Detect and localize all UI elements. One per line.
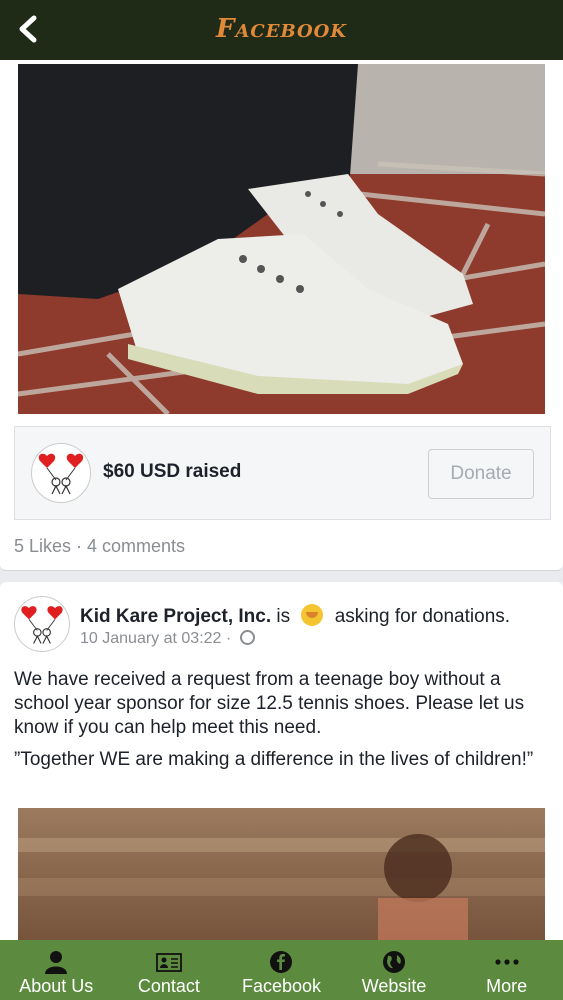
more-dots-icon bbox=[495, 959, 519, 965]
amount-raised: $60 USD raised bbox=[103, 461, 242, 482]
tab-facebook[interactable]: Facebook bbox=[225, 940, 338, 1000]
tab-label: About Us bbox=[19, 976, 94, 996]
reaction-summary[interactable]: 5 Likes · 4 comments bbox=[14, 536, 185, 557]
post-header: Kid Kare Project, Inc. is asking for don… bbox=[80, 604, 510, 628]
contact-card-icon bbox=[155, 953, 182, 972]
facebook-feed[interactable]: $60 USD raised Donate 5 Likes · 4 commen… bbox=[0, 60, 563, 940]
tab-website[interactable]: Website bbox=[338, 940, 451, 1000]
top-bar: Facebook bbox=[0, 0, 563, 60]
donate-button[interactable]: Donate bbox=[428, 449, 534, 499]
tab-contact[interactable]: Contact bbox=[113, 940, 226, 1000]
page-avatar[interactable] bbox=[14, 596, 70, 652]
tab-more[interactable]: More bbox=[450, 940, 563, 1000]
post-paragraph: ”Together WE are making a difference in … bbox=[14, 749, 534, 770]
post-card: Kid Kare Project, Inc. is asking for don… bbox=[0, 582, 563, 940]
post-photo[interactable] bbox=[18, 808, 545, 940]
post-photo-shoes[interactable] bbox=[18, 64, 545, 414]
post-meta: 10 January at 03:22 · bbox=[80, 630, 255, 648]
kid-kare-logo bbox=[31, 443, 91, 503]
post-card: $60 USD raised Donate 5 Likes · 4 commen… bbox=[0, 60, 563, 571]
activity-text: asking for donations. bbox=[334, 606, 511, 627]
tab-about-us[interactable]: About Us bbox=[0, 940, 113, 1000]
donation-emoji-icon bbox=[301, 604, 324, 626]
tab-label: Website bbox=[361, 976, 427, 996]
post-paragraph: We have received a request from a teenag… bbox=[14, 669, 525, 738]
tab-label: More bbox=[486, 976, 528, 996]
post-timestamp[interactable]: 10 January at 03:22 · bbox=[80, 630, 231, 647]
tab-label: Contact bbox=[137, 976, 200, 996]
person-icon bbox=[45, 951, 68, 974]
bottom-tab-bar: About Us Contact Facebook Website More bbox=[0, 940, 563, 1000]
tab-label: Facebook bbox=[241, 976, 322, 996]
public-globe-icon bbox=[239, 630, 255, 645]
post-body: We have received a request from a teenag… bbox=[14, 668, 549, 780]
page-title: Facebook bbox=[215, 14, 348, 44]
is-word: is bbox=[276, 606, 291, 627]
fundraiser-box: $60 USD raised Donate bbox=[14, 426, 551, 520]
page-name-link[interactable]: Kid Kare Project, Inc. bbox=[80, 606, 271, 627]
globe-icon bbox=[383, 951, 406, 973]
facebook-icon bbox=[270, 951, 293, 973]
